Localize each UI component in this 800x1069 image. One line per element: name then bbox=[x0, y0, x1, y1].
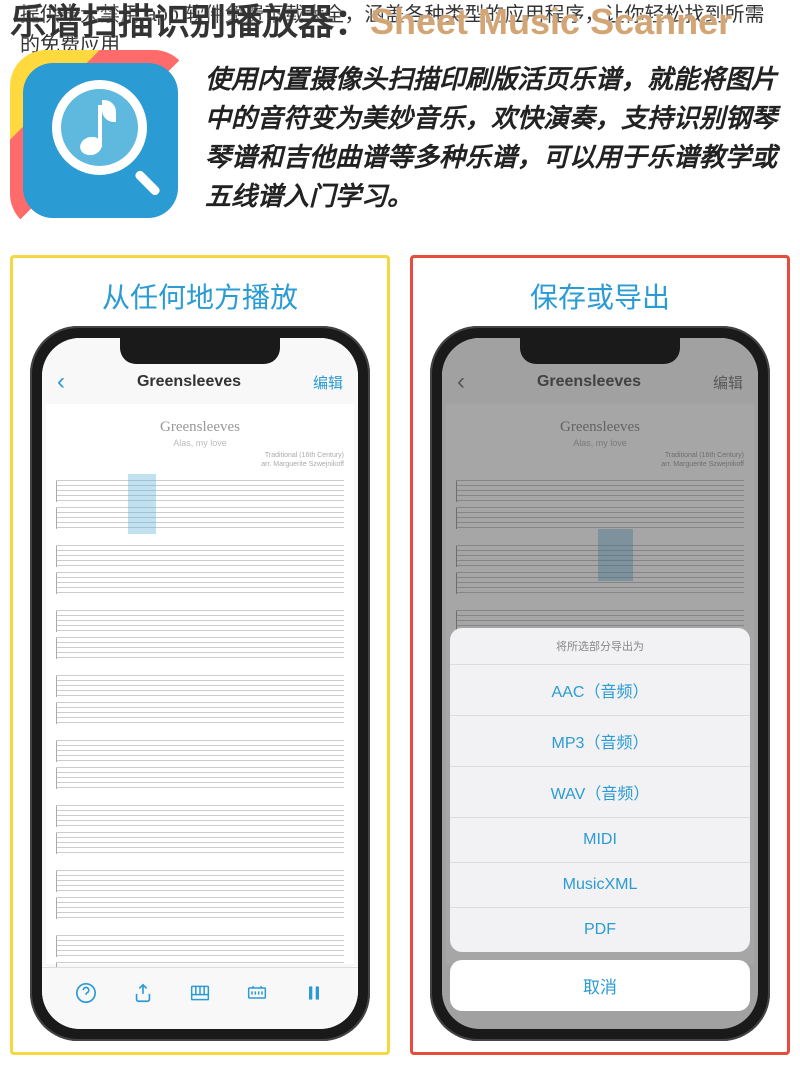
playback-cursor bbox=[128, 474, 156, 534]
phone-notch bbox=[120, 338, 280, 364]
sheet-subtitle: Alas, my love bbox=[56, 438, 344, 448]
card-title-export: 保存或导出 bbox=[413, 258, 787, 326]
player-toolbar bbox=[42, 967, 358, 1029]
staff-system bbox=[56, 479, 344, 530]
app-description: 使用内置摄像头扫描印刷版活页乐谱，就能将图片中的音符变为美妙音乐，欢快演奏，支持… bbox=[205, 60, 790, 230]
phone-mockup-left: ‹ Greensleeves 编辑 Greensleeves Alas, my … bbox=[30, 326, 370, 1041]
export-option-pdf[interactable]: PDF bbox=[450, 908, 750, 952]
pause-icon[interactable] bbox=[301, 980, 327, 1006]
keyboard-arrows-icon[interactable] bbox=[244, 980, 270, 1006]
back-button[interactable]: ‹ bbox=[57, 368, 65, 396]
phone-notch bbox=[520, 338, 680, 364]
phone-screen-right: ‹ Greensleeves 编辑 Greensleeves Alas, my … bbox=[442, 338, 758, 1029]
screenshot-card-export: 保存或导出 ‹ Greensleeves 编辑 Greensleeves Ala… bbox=[410, 255, 790, 1055]
action-sheet-header: 将所选部分导出为 bbox=[450, 628, 750, 665]
edit-button[interactable]: 编辑 bbox=[313, 372, 343, 393]
sheet-music-area[interactable]: Greensleeves Alas, my love Traditional (… bbox=[46, 404, 354, 964]
export-option-aac[interactable]: AAC（音频） bbox=[450, 665, 750, 716]
export-options-group: 将所选部分导出为 AAC（音频） MP3（音频） WAV（音频） MIDI Mu… bbox=[450, 628, 750, 952]
card-title-play: 从任何地方播放 bbox=[13, 258, 387, 326]
sheet-title: Greensleeves bbox=[56, 419, 344, 436]
nav-title: Greensleeves bbox=[137, 373, 241, 391]
export-option-musicxml[interactable]: MusicXML bbox=[450, 863, 750, 908]
app-title-zh: 乐谱扫描识别播放器： bbox=[10, 1, 370, 42]
magnifier-icon bbox=[40, 80, 160, 200]
header-row: 使用内置摄像头扫描印刷版活页乐谱，就能将图片中的音符变为美妙音乐，欢快演奏，支持… bbox=[10, 50, 790, 230]
app-icon-inner bbox=[23, 63, 178, 218]
export-option-mp3[interactable]: MP3（音频） bbox=[450, 716, 750, 767]
export-icon[interactable] bbox=[130, 980, 156, 1006]
app-title: 乐谱扫描识别播放器：Sheet Music Scanner bbox=[10, 2, 732, 42]
phone-screen-left: ‹ Greensleeves 编辑 Greensleeves Alas, my … bbox=[42, 338, 358, 1029]
cancel-button[interactable]: 取消 bbox=[450, 960, 750, 1011]
app-icon bbox=[10, 50, 190, 230]
screenshots-row: 从任何地方播放 ‹ Greensleeves 编辑 Greensleeves A… bbox=[10, 255, 790, 1055]
export-option-wav[interactable]: WAV（音频） bbox=[450, 767, 750, 818]
screenshot-card-play: 从任何地方播放 ‹ Greensleeves 编辑 Greensleeves A… bbox=[10, 255, 390, 1055]
help-icon[interactable] bbox=[73, 980, 99, 1006]
piano-icon[interactable] bbox=[187, 980, 213, 1006]
export-action-sheet: 将所选部分导出为 AAC（音频） MP3（音频） WAV（音频） MIDI Mu… bbox=[442, 628, 758, 1029]
export-option-midi[interactable]: MIDI bbox=[450, 818, 750, 863]
phone-mockup-right: ‹ Greensleeves 编辑 Greensleeves Alas, my … bbox=[430, 326, 770, 1041]
app-title-en: Sheet Music Scanner bbox=[370, 1, 732, 42]
sheet-meta: Traditional (16th Century)arr. Marguerit… bbox=[56, 451, 344, 469]
